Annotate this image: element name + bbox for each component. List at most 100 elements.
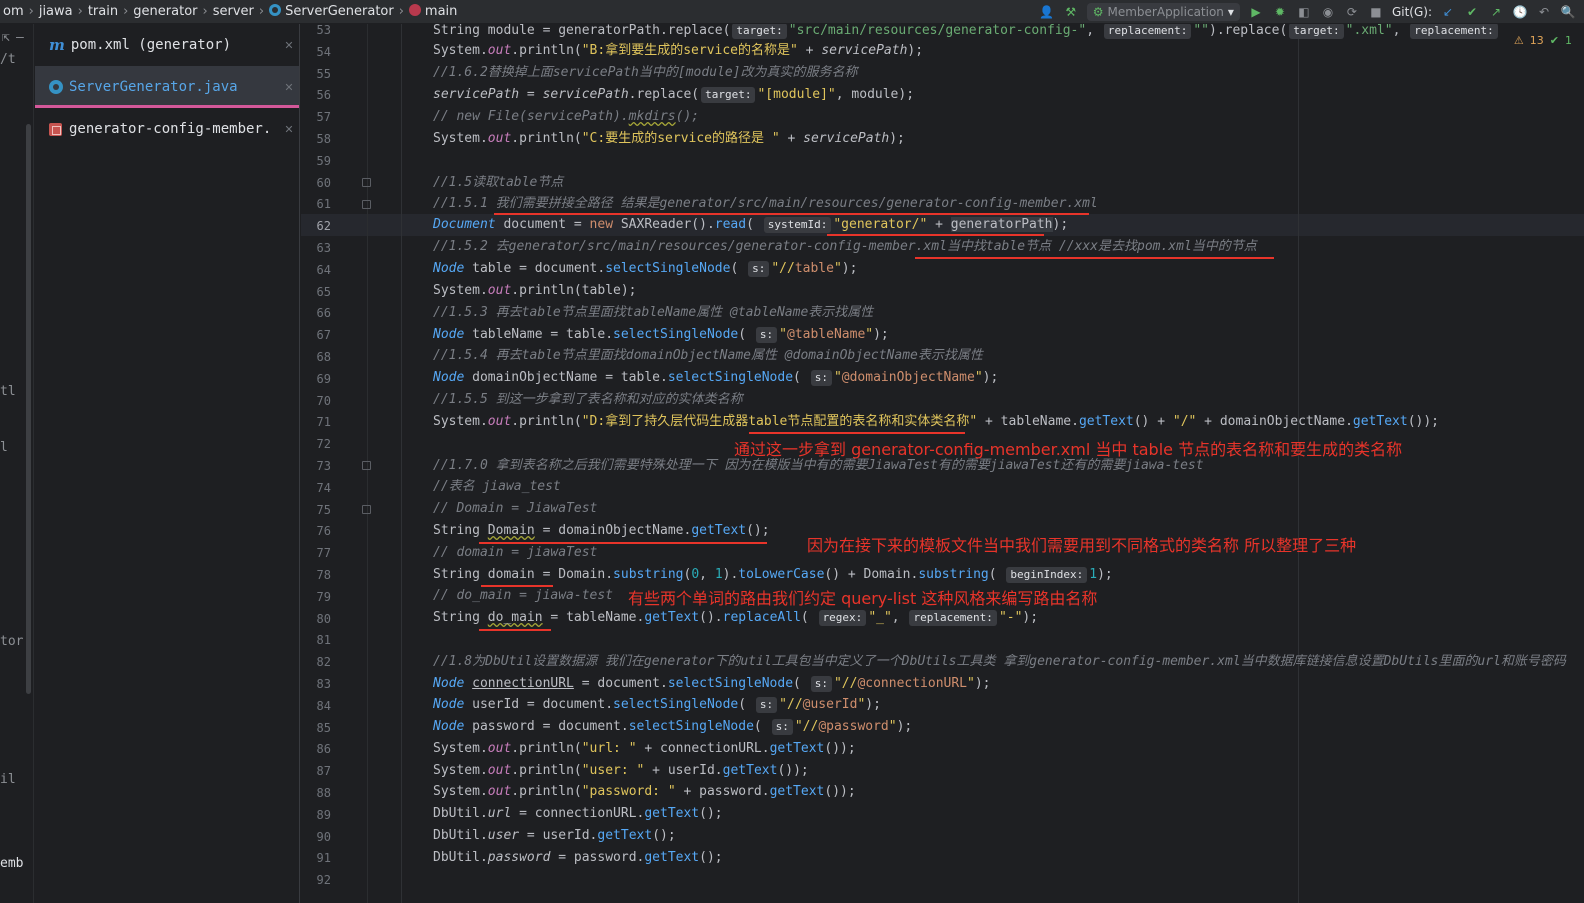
fold-icon[interactable] bbox=[362, 178, 371, 187]
check-icon: ✔ bbox=[1549, 34, 1559, 47]
line-number: 65 bbox=[316, 284, 331, 299]
run-icon[interactable]: ▶ bbox=[1248, 4, 1264, 20]
git-update-icon[interactable]: ↙ bbox=[1440, 4, 1456, 20]
breadcrumb-method[interactable]: main bbox=[406, 4, 460, 19]
code-line: Node table = document.selectSingleNode( … bbox=[433, 261, 858, 277]
project-tree-fragment: ⇱ — /t tl l tor il emb bbox=[0, 24, 34, 903]
code-line-current: Document document = new SAXReader().read… bbox=[433, 217, 1069, 233]
code-line: System.out.println(table); bbox=[433, 283, 637, 298]
git-label: Git(G): bbox=[1391, 5, 1432, 19]
tree-fragment[interactable]: tor bbox=[0, 634, 23, 649]
inspection-widget[interactable]: ⚠ 13 ✔ 1 bbox=[1511, 34, 1574, 47]
line-number: 75 bbox=[316, 502, 331, 517]
tab-server-generator[interactable]: ServerGenerator.java ✕ bbox=[35, 66, 299, 108]
code-line: String domain = Domain.substring(0, 1).t… bbox=[433, 567, 1113, 583]
indent-guide bbox=[401, 24, 402, 903]
close-icon[interactable]: ✕ bbox=[279, 123, 299, 136]
class-icon bbox=[49, 80, 63, 94]
breadcrumb-class-label: ServerGenerator bbox=[285, 4, 394, 19]
code-line: Node domainObjectName = table.selectSing… bbox=[433, 370, 999, 386]
tab-label: pom.xml (generator) bbox=[70, 37, 232, 53]
line-number: 58 bbox=[316, 132, 331, 146]
code-comment: // domain = jiawaTest bbox=[433, 545, 598, 560]
line-number: 88 bbox=[316, 786, 331, 800]
fold-icon[interactable] bbox=[362, 461, 371, 470]
rollback-icon[interactable]: ↶ bbox=[1536, 4, 1552, 20]
code-comment: //1.5读取table节点 bbox=[433, 175, 564, 190]
annotation-underline bbox=[494, 213, 1089, 215]
line-number: 76 bbox=[316, 524, 331, 539]
coverage-icon[interactable]: ◧ bbox=[1296, 4, 1312, 20]
more-run-icon[interactable]: ⟳ bbox=[1344, 4, 1360, 20]
line-number: 87 bbox=[316, 764, 331, 779]
code-line: System.out.println("C:要生成的service的路径是 " … bbox=[433, 131, 905, 146]
line-number: 62 bbox=[316, 219, 331, 234]
tab-generator-config[interactable]: generator-config-member. ✕ bbox=[35, 108, 299, 150]
git-commit-icon[interactable]: ✔ bbox=[1464, 4, 1480, 20]
line-number: 71 bbox=[316, 415, 331, 430]
line-number: 84 bbox=[316, 698, 331, 713]
fold-icon[interactable] bbox=[362, 505, 371, 514]
line-number: 91 bbox=[316, 851, 331, 866]
history-icon[interactable]: 🕓 bbox=[1512, 4, 1528, 20]
user-icon[interactable]: 👤 bbox=[1039, 4, 1055, 20]
run-configuration-select[interactable]: ⚙ MemberApplication ▾ bbox=[1086, 3, 1240, 21]
breadcrumb-item[interactable]: server bbox=[210, 4, 257, 19]
annotation-underline bbox=[827, 234, 1044, 236]
line-number: 55 bbox=[316, 66, 331, 81]
line-number: 81 bbox=[316, 633, 331, 648]
line-number: 60 bbox=[316, 175, 331, 190]
line-number: 80 bbox=[316, 611, 331, 626]
code-line: Node tableName = table.selectSingleNode(… bbox=[433, 327, 889, 343]
line-number: 72 bbox=[316, 437, 331, 452]
line-number: 63 bbox=[316, 241, 331, 255]
run-config-icon: ⚙ bbox=[1092, 5, 1104, 19]
line-number: 90 bbox=[316, 829, 331, 844]
line-number: 70 bbox=[316, 393, 331, 408]
code-line: String Domain = domainObjectName.getText… bbox=[433, 523, 770, 538]
navigation-bar: om › jiawa › train › generator › server › Ser… bbox=[0, 0, 1584, 24]
collapse-icon[interactable]: ⇱ bbox=[2, 30, 10, 45]
annotation-text: 有些两个单词的路由我们约定 query-list 这种风格来编写路由名称 bbox=[628, 589, 1098, 608]
breadcrumb-item[interactable]: om bbox=[0, 4, 27, 19]
tab-pom-xml[interactable]: m pom.xml (generator) ✕ bbox=[35, 24, 299, 66]
chevron-right-icon: › bbox=[28, 4, 34, 19]
close-icon[interactable]: ✕ bbox=[279, 39, 299, 52]
code-comment: // new File(servicePath).mkdirs(); bbox=[433, 109, 700, 124]
run-config-label: MemberApplication bbox=[1107, 5, 1224, 19]
stop-icon[interactable]: ■ bbox=[1368, 4, 1384, 20]
line-number: 66 bbox=[316, 306, 331, 321]
line-number: 59 bbox=[316, 153, 331, 168]
ok-count: 1 bbox=[1565, 34, 1572, 47]
code-editor[interactable]: 53 54 55 56 57 58 59 60 61 62 63 64 65 66 67 68 69 70 71 72… bbox=[301, 24, 1584, 903]
code-line: Node userId = document.selectSingleNode(… bbox=[433, 697, 881, 713]
breadcrumb-item[interactable]: generator bbox=[130, 4, 200, 19]
fold-icon[interactable] bbox=[362, 200, 371, 209]
line-number: 56 bbox=[316, 88, 331, 103]
line-number: 83 bbox=[316, 677, 331, 691]
tree-fragment[interactable]: il bbox=[0, 772, 16, 787]
annotation-text: 通过这一步拿到 generator-config-member.xml 当中 t… bbox=[734, 440, 1403, 459]
tree-fragment[interactable]: /t bbox=[0, 52, 16, 67]
chevron-right-icon: › bbox=[398, 4, 404, 19]
scrollbar[interactable] bbox=[26, 124, 31, 694]
debug-icon[interactable]: ✹ bbox=[1272, 4, 1288, 20]
search-icon[interactable]: 🔍 bbox=[1560, 4, 1576, 20]
breadcrumb-item[interactable]: jiawa bbox=[36, 4, 76, 19]
code-line: System.out.println("user: " + userId.get… bbox=[433, 763, 809, 778]
git-push-icon[interactable]: ↗ bbox=[1488, 4, 1504, 20]
minimize-icon[interactable]: — bbox=[16, 30, 24, 45]
close-icon[interactable]: ✕ bbox=[279, 81, 299, 94]
build-hammer-icon[interactable]: ⚒ bbox=[1063, 4, 1079, 20]
tree-fragment[interactable]: emb bbox=[0, 856, 23, 871]
code-line: String do_main = tableName.getText().rep… bbox=[433, 610, 1039, 626]
line-number: 92 bbox=[316, 873, 331, 888]
profile-icon[interactable]: ◉ bbox=[1320, 4, 1336, 20]
line-number: 82 bbox=[316, 655, 331, 670]
tree-fragment[interactable]: tl bbox=[0, 384, 16, 399]
breadcrumb-class[interactable]: ServerGenerator bbox=[266, 4, 397, 19]
tree-fragment[interactable]: l bbox=[0, 440, 8, 455]
breadcrumb-item[interactable]: train bbox=[85, 4, 121, 19]
annotation-underline bbox=[479, 542, 767, 544]
chevron-right-icon: › bbox=[258, 4, 265, 19]
